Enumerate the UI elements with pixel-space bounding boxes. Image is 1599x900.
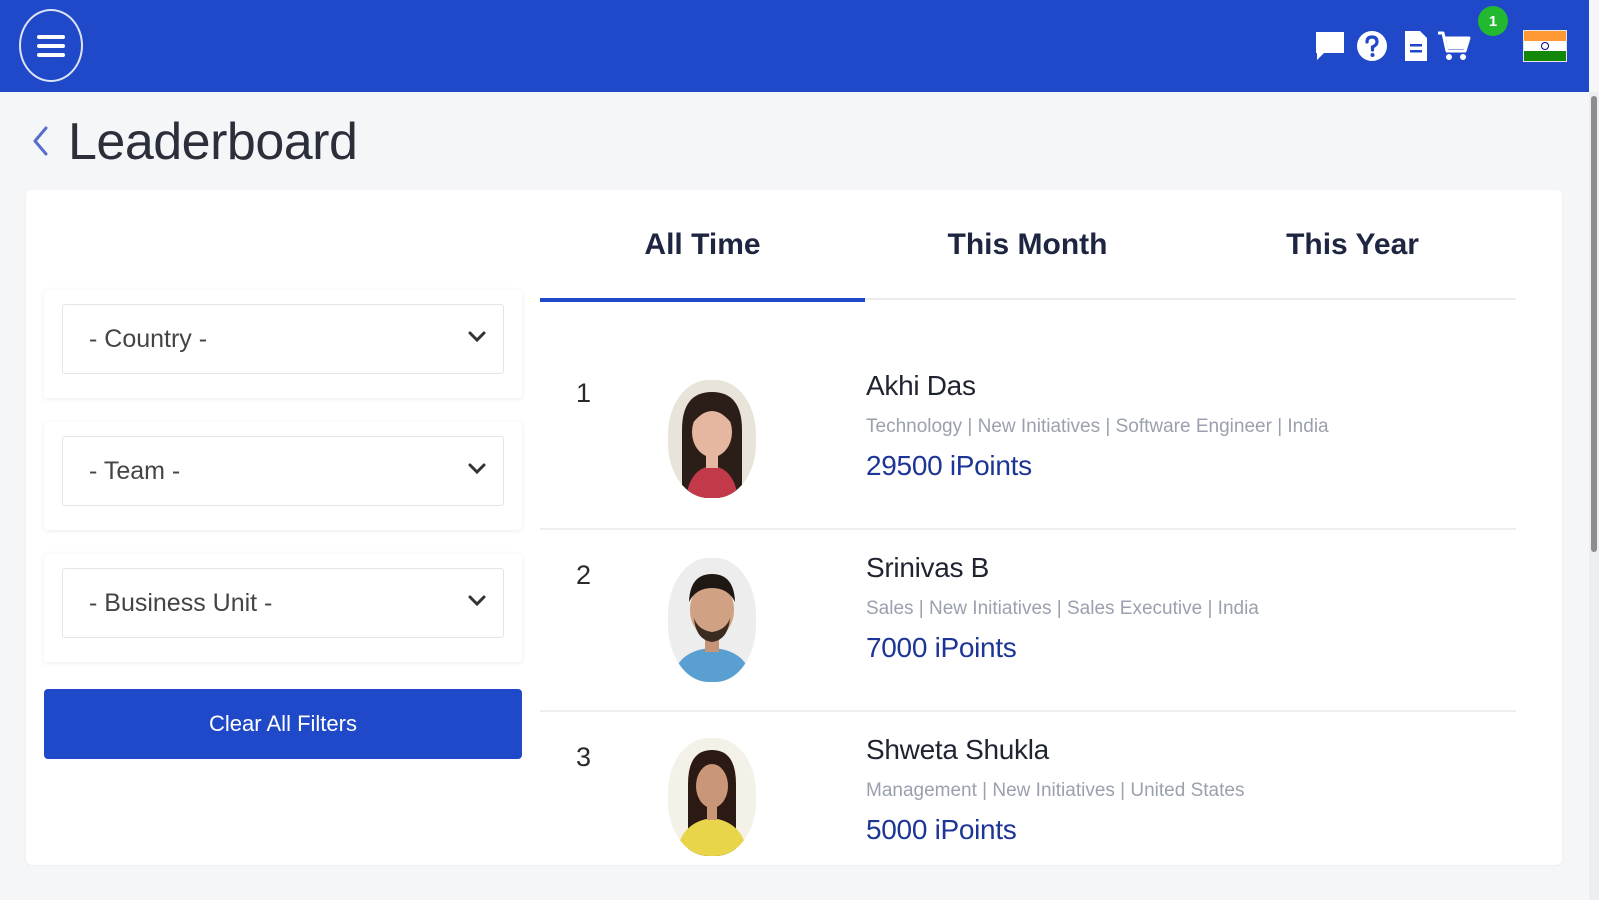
leader-name[interactable]: Shweta Shukla [866,734,1244,766]
leader-name[interactable]: Srinivas B [866,552,1259,584]
document-icon[interactable] [1398,26,1434,66]
chat-icon[interactable] [1312,26,1348,66]
business-unit-select[interactable]: - Business Unit - [62,568,504,638]
business-unit-select-value: - Business Unit - [89,588,273,617]
back-arrow-icon[interactable] [30,124,52,158]
team-filter-box: - Team - [44,422,522,530]
business-unit-filter-box: - Business Unit - [44,554,522,662]
india-flag-icon[interactable] [1523,30,1567,62]
rank-number: 1 [576,378,592,408]
period-tabs: All Time This Month This Year [540,190,1516,302]
avatar [668,738,756,856]
avatar [668,558,756,682]
tab-all-time[interactable]: All Time [540,190,865,302]
rank-number: 3 [576,742,592,772]
top-navigation-bar: 1 [0,0,1589,92]
leader-meta: Technology | New Initiatives | Software … [866,416,1329,437]
team-select-value: - Team - [89,456,181,485]
avatar [668,380,756,498]
help-icon[interactable] [1354,26,1390,66]
leader-points: 29500 iPoints [866,450,1032,481]
country-filter-box: - Country - [44,290,522,398]
hamburger-menu-icon[interactable] [19,9,83,82]
leaderboard-row[interactable]: 3 Shweta Shukla Management | New Initiat… [540,712,1516,865]
chevron-down-icon [468,595,486,607]
leaderboard-row[interactable]: 1 Akhi Das Technology | New Initiatives … [540,348,1516,530]
leader-points: 7000 iPoints [866,632,1017,663]
clear-all-filters-button[interactable]: Clear All Filters [44,689,522,759]
cart-icon[interactable] [1436,26,1472,66]
leader-points: 5000 iPoints [866,814,1017,845]
tab-this-month[interactable]: This Month [865,190,1190,300]
leader-meta: Sales | New Initiatives | Sales Executiv… [866,598,1259,619]
leaderboard-card: - Country - - Team - - Business Unit - C… [26,190,1562,865]
page-scrollbar-thumb[interactable] [1591,96,1597,552]
tab-this-year[interactable]: This Year [1190,190,1515,300]
cart-count-badge: 1 [1478,6,1508,36]
chevron-down-icon [468,463,486,475]
country-select[interactable]: - Country - [62,304,504,374]
page-title: Leaderboard [68,113,358,171]
leaderboard-row[interactable]: 2 Srinivas B Sales | New Initiatives | S… [540,530,1516,712]
team-select[interactable]: - Team - [62,436,504,506]
country-select-value: - Country - [89,324,208,353]
leader-meta: Management | New Initiatives | United St… [866,780,1245,801]
rank-number: 2 [576,560,592,590]
chevron-down-icon [468,331,486,343]
leader-name[interactable]: Akhi Das [866,370,1329,402]
page-footer-strip [0,866,1589,900]
